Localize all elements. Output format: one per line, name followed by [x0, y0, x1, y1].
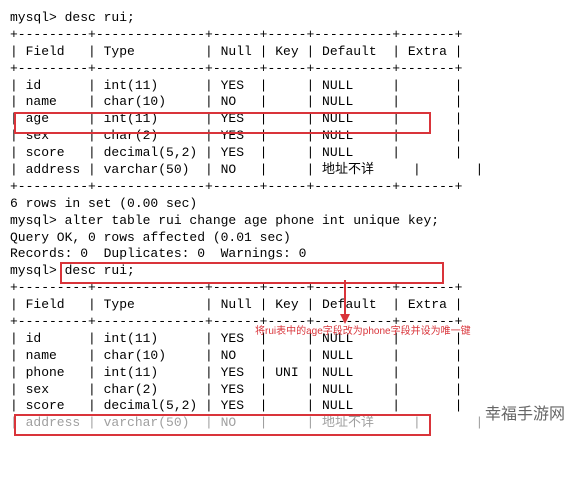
terminal-line: +---------+--------------+------+-----+-… [10, 179, 563, 196]
terminal-line: | address | varchar(50) | NO | | 地址不详 | … [10, 162, 563, 179]
terminal-line: +---------+--------------+------+-----+-… [10, 27, 563, 44]
terminal-line: | name | char(10) | NO | | NULL | | [10, 348, 563, 365]
terminal-line: mysql> desc rui; [10, 263, 563, 280]
terminal-line: | address | varchar(50) | NO | | 地址不详 | … [10, 415, 563, 432]
terminal-line: mysql> alter table rui change age phone … [10, 213, 563, 230]
terminal-line: | name | char(10) | NO | | NULL | | [10, 94, 563, 111]
terminal-line: 6 rows in set (0.00 sec) [10, 196, 563, 213]
terminal-line: Records: 0 Duplicates: 0 Warnings: 0 [10, 246, 563, 263]
terminal-line: | id | int(11) | YES | | NULL | | [10, 78, 563, 95]
terminal-line: | phone | int(11) | YES | UNI | NULL | | [10, 365, 563, 382]
terminal-line: | score | decimal(5,2) | YES | | NULL | … [10, 398, 563, 415]
terminal-output: mysql> desc rui;+---------+-------------… [10, 10, 563, 432]
terminal-line: | score | decimal(5,2) | YES | | NULL | … [10, 145, 563, 162]
terminal-line: | sex | char(2) | YES | | NULL | | [10, 128, 563, 145]
terminal-line: +---------+--------------+------+-----+-… [10, 280, 563, 297]
terminal-line: +---------+--------------+------+-----+-… [10, 61, 563, 78]
terminal-line: | Field | Type | Null | Key | Default | … [10, 44, 563, 61]
watermark-text: 幸福手游网 [485, 405, 565, 426]
annotation-text: 将rui表中的age字段改为phone字段并设为唯一键 [255, 325, 471, 338]
terminal-line: | sex | char(2) | YES | | NULL | | [10, 382, 563, 399]
terminal-line: Query OK, 0 rows affected (0.01 sec) [10, 230, 563, 247]
terminal-line: | age | int(11) | YES | | NULL | | [10, 111, 563, 128]
terminal-line: mysql> desc rui; [10, 10, 563, 27]
terminal-line: | Field | Type | Null | Key | Default | … [10, 297, 563, 314]
